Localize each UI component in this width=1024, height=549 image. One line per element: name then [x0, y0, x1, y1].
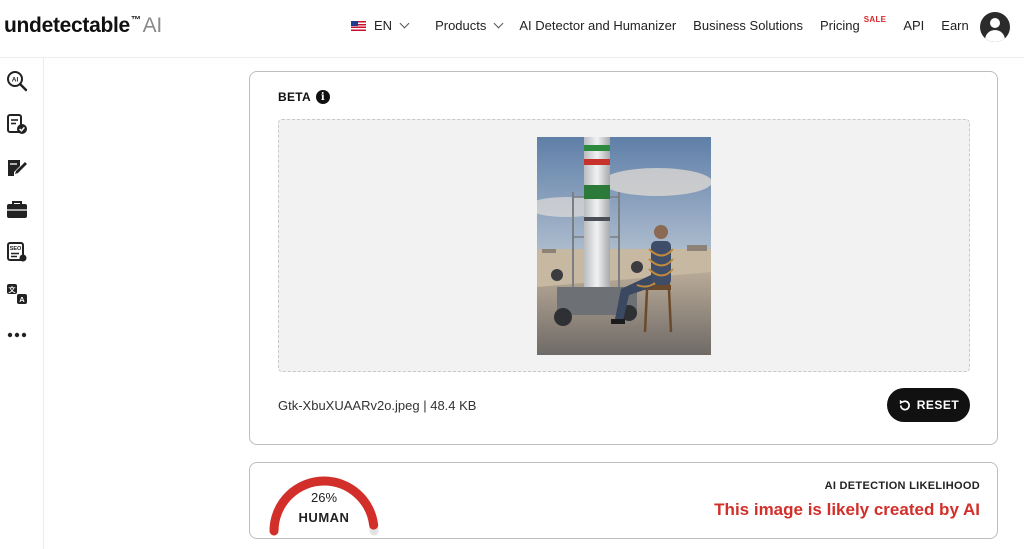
- nav-ai-detector-label: AI Detector and Humanizer: [519, 18, 677, 33]
- detection-result-card: 26% HUMAN AI DETECTION LIKELIHOOD This i…: [249, 462, 998, 539]
- gauge-classification: HUMAN: [298, 510, 350, 525]
- nav-business-label: Business Solutions: [693, 18, 804, 33]
- main-nav: EN Products AI Detector and Humanizer Bu…: [351, 15, 986, 33]
- us-flag-icon: [351, 20, 366, 31]
- nav-products-label: Products: [435, 18, 487, 33]
- nav-earn-label: Earn: [941, 18, 969, 33]
- sale-badge: SALE: [863, 15, 887, 24]
- info-icon[interactable]: i: [315, 90, 330, 104]
- reset-button[interactable]: RESET: [887, 388, 970, 422]
- seo-icon[interactable]: SEO: [6, 241, 28, 263]
- logo-trademark: ™: [130, 15, 141, 26]
- chevron-down-icon: [493, 18, 504, 29]
- image-upload-card: BETA i Gtk-XbuXUAARv2o.jpeg | 48.4 KB RE…: [249, 71, 998, 445]
- svg-text:文: 文: [9, 285, 17, 294]
- avatar-body: [985, 30, 1005, 42]
- nav-pricing-label: Pricing: [820, 18, 860, 33]
- translate-icon[interactable]: 文 A: [6, 283, 28, 305]
- svg-text:SEO: SEO: [10, 246, 22, 252]
- nav-ai-detector[interactable]: AI Detector and Humanizer: [519, 18, 676, 33]
- nav-api-label: API: [903, 18, 925, 33]
- svg-text:A: A: [19, 295, 25, 304]
- user-avatar-icon[interactable]: [980, 12, 1010, 42]
- likelihood-title: AI DETECTION LIKELIHOOD: [824, 480, 980, 492]
- language-selector[interactable]: EN: [351, 18, 410, 33]
- top-header: undetectable ™ AI EN Products AI Detecto…: [0, 0, 1024, 58]
- logo-text: undetectable: [4, 14, 130, 37]
- gauge-percent: 26%: [310, 490, 338, 505]
- reset-icon: [898, 399, 911, 412]
- photo-illustration: [537, 137, 711, 355]
- chevron-down-icon: [399, 18, 410, 29]
- language-label: EN: [374, 18, 393, 33]
- svg-text:AI: AI: [12, 77, 19, 84]
- nav-products[interactable]: Products: [435, 18, 504, 33]
- sidebar: AI SEO 文 A: [0, 58, 44, 549]
- uploaded-image-preview: [537, 137, 711, 355]
- image-dropzone[interactable]: [278, 119, 970, 372]
- beta-label: BETA i: [278, 90, 330, 104]
- ai-search-icon[interactable]: AI: [6, 70, 28, 92]
- edit-note-icon[interactable]: [6, 156, 28, 178]
- brand-logo[interactable]: undetectable ™ AI: [4, 14, 162, 38]
- more-dots-icon[interactable]: [6, 324, 28, 346]
- nav-pricing[interactable]: Pricing SALE: [820, 15, 887, 33]
- logo-ai: AI: [142, 14, 163, 37]
- file-info: Gtk-XbuXUAARv2o.jpeg | 48.4 KB: [278, 398, 477, 413]
- nav-earn[interactable]: Earn: [941, 18, 968, 33]
- briefcase-icon[interactable]: [6, 199, 28, 221]
- nav-business-solutions[interactable]: Business Solutions: [693, 18, 803, 33]
- reset-label: RESET: [916, 398, 960, 412]
- beta-text: BETA: [278, 90, 311, 104]
- document-check-icon[interactable]: [6, 113, 28, 135]
- avatar-head: [990, 18, 1000, 28]
- nav-api[interactable]: API: [903, 18, 924, 33]
- verdict-text: This image is likely created by AI: [714, 500, 980, 519]
